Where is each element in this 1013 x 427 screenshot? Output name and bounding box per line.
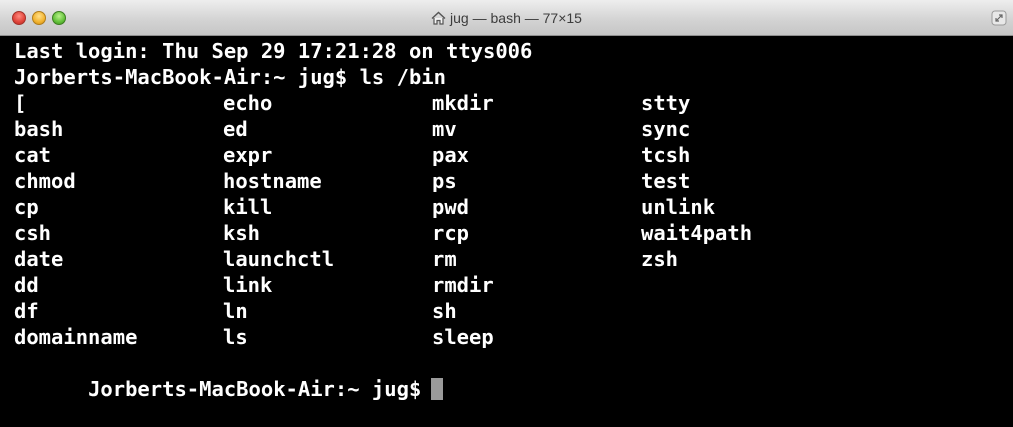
- prompt: Jorberts-MacBook-Air:~ jug$: [88, 377, 422, 401]
- listing-entry: expr: [223, 143, 273, 167]
- listing-entry: unlink: [641, 195, 716, 219]
- listing-entry: wait4path: [641, 221, 753, 245]
- text-cursor: [431, 378, 444, 400]
- listing-entry: df: [14, 299, 39, 323]
- listing-entry: domainname: [14, 325, 138, 349]
- command-line: Jorberts-MacBook-Air:~ jug$ ls /bin: [14, 65, 446, 89]
- listing-entry: ps: [432, 169, 457, 193]
- listing-entry: link: [223, 273, 273, 297]
- listing-entry: pax: [432, 143, 470, 167]
- listing-entry: echo: [223, 91, 273, 115]
- listing-entry: rcp: [432, 221, 470, 245]
- listing-entry: ls: [223, 325, 248, 349]
- listing-entry: hostname: [223, 169, 322, 193]
- listing-entry: pwd: [432, 195, 470, 219]
- listing-entry: chmod: [14, 169, 76, 193]
- listing-entry: zsh: [641, 247, 679, 271]
- listing-entry: kill: [223, 195, 273, 219]
- listing-entry: bash: [14, 117, 64, 141]
- listing-entry: tcsh: [641, 143, 691, 167]
- terminal-window: jug — bash — 77×15 Last login: Thu Sep 2…: [0, 0, 1013, 427]
- listing-entry: date: [14, 247, 64, 271]
- listing-entry: mkdir: [432, 91, 494, 115]
- window-title: jug — bash — 77×15: [0, 10, 1013, 28]
- listing-entry: sleep: [432, 325, 494, 349]
- listing-entry: sh: [432, 299, 457, 323]
- listing-entry: rmdir: [432, 273, 494, 297]
- window-title-text: jug — bash — 77×15: [450, 10, 582, 26]
- listing-entry: ln: [223, 299, 248, 323]
- listing-entry: launchctl: [223, 247, 335, 271]
- terminal-output[interactable]: Last login: Thu Sep 29 17:21:28 on ttys0…: [0, 36, 1013, 427]
- listing-entry: test: [641, 169, 691, 193]
- listing-entry: ksh: [223, 221, 261, 245]
- fullscreen-icon[interactable]: [991, 10, 1007, 26]
- listing-entry: [: [14, 91, 27, 115]
- title-bar[interactable]: jug — bash — 77×15: [0, 0, 1013, 36]
- listing-entry: dd: [14, 273, 39, 297]
- listing-entry: cat: [14, 143, 52, 167]
- listing-entry: ed: [223, 117, 248, 141]
- listing-entry: csh: [14, 221, 52, 245]
- listing-entry: cp: [14, 195, 39, 219]
- listing-entry: stty: [641, 91, 691, 115]
- active-prompt-line[interactable]: Jorberts-MacBook-Air:~ jug$: [14, 350, 444, 401]
- listing-entry: mv: [432, 117, 457, 141]
- home-icon: [431, 11, 446, 28]
- listing-entry: sync: [641, 117, 691, 141]
- listing-entry: rm: [432, 247, 457, 271]
- last-login-line: Last login: Thu Sep 29 17:21:28 on ttys0…: [14, 39, 533, 63]
